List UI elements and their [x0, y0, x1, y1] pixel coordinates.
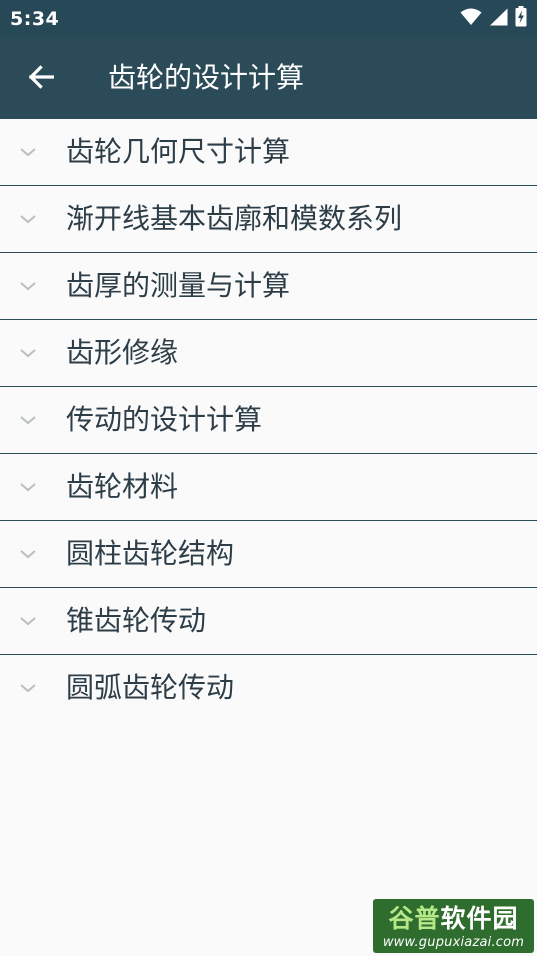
list-item[interactable]: 圆弧齿轮传动	[0, 655, 537, 721]
list-item[interactable]: 齿轮几何尺寸计算	[0, 119, 537, 186]
list-item[interactable]: 齿厚的测量与计算	[0, 253, 537, 320]
watermark: 谷普 软件园 www.gupuxiazai.com	[373, 899, 534, 953]
chevron-down-icon	[19, 412, 37, 426]
app-bar: 齿轮的设计计算	[0, 37, 537, 119]
chevron-down-icon	[19, 211, 37, 225]
watermark-title-part2: 软件园	[440, 904, 519, 933]
list-item-label: 齿厚的测量与计算	[66, 269, 291, 302]
list-item[interactable]: 传动的设计计算	[0, 387, 537, 454]
status-time: 5:34	[10, 8, 60, 30]
topic-list: 齿轮几何尺寸计算 渐开线基本齿廓和模数系列 齿厚的测量与计算 齿形修缘 传动的设…	[0, 119, 537, 721]
watermark-url: www.gupuxiazai.com	[382, 935, 525, 950]
status-icons	[460, 6, 527, 31]
status-bar: 5:34	[0, 0, 537, 37]
back-button[interactable]	[16, 54, 66, 104]
list-item[interactable]: 齿形修缘	[0, 320, 537, 387]
list-item-label: 锥齿轮传动	[66, 604, 207, 637]
list-item-label: 齿轮几何尺寸计算	[66, 135, 291, 168]
list-item-label: 渐开线基本齿廓和模数系列	[66, 202, 403, 235]
chevron-down-icon	[19, 479, 37, 493]
wifi-icon	[460, 8, 482, 30]
list-item[interactable]: 圆柱齿轮结构	[0, 521, 537, 588]
page-title: 齿轮的设计计算	[108, 61, 305, 94]
chevron-down-icon	[19, 546, 37, 560]
battery-charging-icon	[515, 6, 527, 31]
arrow-left-icon	[28, 65, 55, 93]
chevron-down-icon	[19, 144, 37, 158]
chevron-down-icon	[19, 680, 37, 694]
list-item-label: 传动的设计计算	[66, 403, 263, 436]
chevron-down-icon	[19, 278, 37, 292]
list-item-label: 圆柱齿轮结构	[66, 537, 235, 570]
list-item[interactable]: 锥齿轮传动	[0, 588, 537, 655]
list-item[interactable]: 渐开线基本齿廓和模数系列	[0, 186, 537, 253]
chevron-down-icon	[19, 613, 37, 627]
watermark-title-part1: 谷普	[388, 904, 441, 933]
signal-icon	[489, 8, 508, 30]
list-item-label: 齿形修缘	[66, 336, 179, 369]
list-item-label: 齿轮材料	[66, 470, 179, 503]
watermark-title: 谷普 软件园	[377, 900, 530, 934]
list-item[interactable]: 齿轮材料	[0, 454, 537, 521]
chevron-down-icon	[19, 345, 37, 359]
list-item-label: 圆弧齿轮传动	[66, 671, 235, 704]
